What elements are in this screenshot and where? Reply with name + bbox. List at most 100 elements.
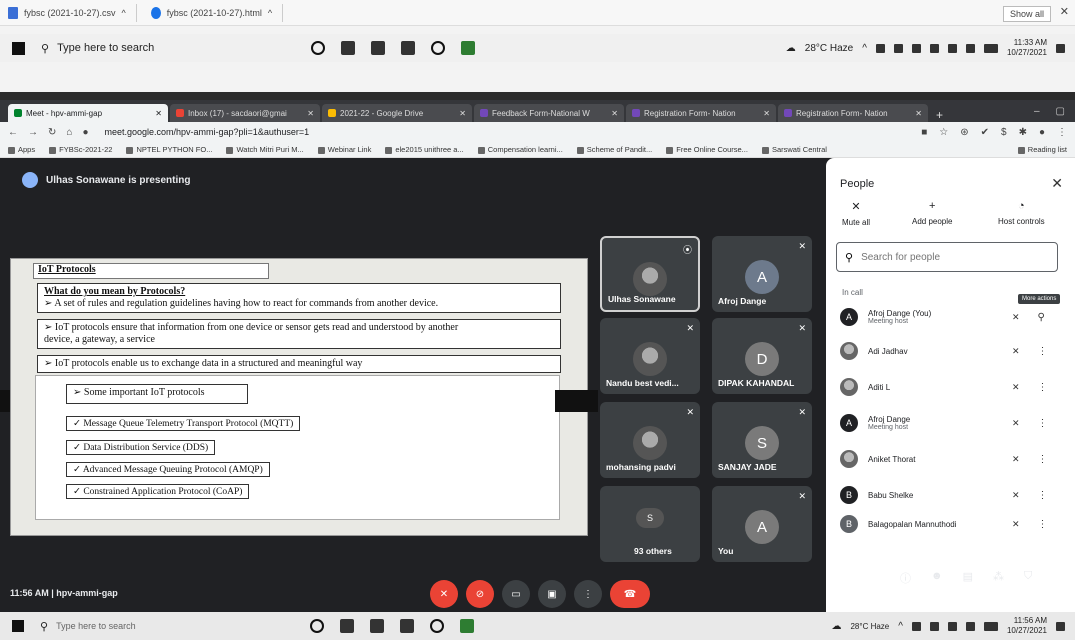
star-icon[interactable]: ☆ xyxy=(939,127,948,138)
chat-icon[interactable]: ▤ xyxy=(963,570,973,586)
mic-off-icon[interactable]: ✕ xyxy=(1012,454,1020,465)
more-icon[interactable]: ⋮ xyxy=(1038,418,1048,429)
close-icon[interactable]: ✕ xyxy=(155,109,162,118)
bookmark-item[interactable]: Apps xyxy=(8,145,35,154)
profile-icon[interactable]: ● xyxy=(1039,127,1045,138)
present-icon[interactable]: ▣ xyxy=(538,580,566,608)
show-all-button[interactable]: Show all xyxy=(1002,6,1051,22)
person-row[interactable]: B Babu Shelke ✕ ⋮ xyxy=(840,478,1065,512)
mute-all-button[interactable]: ✕ Mute all xyxy=(842,200,870,227)
reload-icon[interactable]: ↻ xyxy=(48,127,56,138)
person-row[interactable]: A Afroj Dange Meeting host ✕ ⋮ xyxy=(840,406,1065,440)
people-search[interactable]: ⚲ xyxy=(836,242,1058,272)
mic-off-icon[interactable]: ✕ xyxy=(1012,382,1020,393)
clock[interactable]: 11:33 AM 10/27/2021 xyxy=(1007,38,1047,58)
more-options-icon[interactable]: ⋮ xyxy=(574,580,602,608)
bookmark-item[interactable]: Scheme of Pandit... xyxy=(576,145,652,154)
forward-icon[interactable]: → xyxy=(28,127,38,138)
close-icon[interactable]: ✕ xyxy=(1051,175,1063,192)
people-icon[interactable]: ☻ xyxy=(931,570,943,586)
download-item[interactable]: fybsc (2021-10-27).csv ^ xyxy=(8,3,137,22)
app-icon[interactable] xyxy=(461,41,475,55)
bookmark-item[interactable]: ele2015 unithree a... xyxy=(385,145,464,154)
participant-tile[interactable]: ✕ mohansing padvi xyxy=(600,402,700,478)
reading-list[interactable]: Reading list xyxy=(1017,145,1067,154)
keyboard-icon[interactable] xyxy=(983,43,998,53)
participant-tile[interactable]: S ✕ SANJAY JADE xyxy=(712,402,812,478)
cortana-icon[interactable] xyxy=(311,41,325,55)
taskbar-search[interactable]: ⚲ Type here to search xyxy=(41,42,291,55)
extension-icon[interactable]: $ xyxy=(1001,127,1007,138)
app-icon[interactable] xyxy=(460,619,474,633)
person-row[interactable]: B Balagopalan Mannuthodi ✕ ⋮ xyxy=(840,512,1065,536)
close-icon[interactable]: ✕ xyxy=(763,109,770,118)
bookmark-item[interactable]: Compensation learni... xyxy=(477,145,563,154)
new-tab-button[interactable]: + xyxy=(930,108,949,122)
volume-icon[interactable] xyxy=(965,621,975,631)
chevron-up-icon[interactable]: ^ xyxy=(268,8,272,18)
more-icon[interactable]: ⋮ xyxy=(1038,454,1048,465)
participant-tile[interactable]: ✕ Nandu best vedi... xyxy=(600,318,700,394)
mic-off-icon[interactable]: ✕ xyxy=(1012,346,1020,357)
chevron-up-icon[interactable]: ^ xyxy=(898,621,903,632)
weather-text[interactable]: 28°C Haze xyxy=(850,622,889,631)
tray-icon[interactable] xyxy=(911,621,921,631)
chrome-icon[interactable] xyxy=(430,619,444,633)
tab-feedback[interactable]: Feedback Form-National W ✕ xyxy=(474,104,624,122)
tray-icon[interactable] xyxy=(965,43,975,53)
windows-start-icon[interactable] xyxy=(12,620,24,632)
close-icon[interactable]: ✕ xyxy=(1060,5,1069,18)
check-icon[interactable]: ✔ xyxy=(981,127,989,138)
tab-registration-2[interactable]: Registration Form- Nation ✕ xyxy=(778,104,928,122)
participant-tile[interactable]: D ✕ DIPAK KAHANDAL xyxy=(712,318,812,394)
close-icon[interactable]: ✕ xyxy=(459,109,466,118)
mic-off-icon[interactable]: ✕ xyxy=(1012,519,1020,530)
notification-icon[interactable] xyxy=(1056,43,1065,53)
self-tile[interactable]: A ✕ You xyxy=(712,486,812,562)
person-row[interactable]: A Afroj Dange (You) Meeting host ✕ ⚲ xyxy=(840,300,1065,334)
store-icon[interactable] xyxy=(401,41,415,55)
more-icon[interactable]: ⋮ xyxy=(1038,382,1048,393)
mic-off-icon[interactable]: ✕ xyxy=(1012,418,1020,429)
wifi-icon[interactable] xyxy=(947,621,957,631)
volume-icon[interactable] xyxy=(947,43,957,53)
chrome-icon[interactable] xyxy=(431,41,445,55)
person-row[interactable]: Adi Jadhav ✕ ⋮ xyxy=(840,334,1065,368)
minimize-icon[interactable]: – xyxy=(1034,106,1040,117)
wifi-icon[interactable] xyxy=(929,43,939,53)
info-icon[interactable]: ⓘ xyxy=(900,570,911,586)
tray-icon[interactable] xyxy=(875,43,885,53)
taskbar-search[interactable]: ⚲ Type here to search xyxy=(40,620,290,633)
clock[interactable]: 11:56 AM 10/27/2021 xyxy=(1007,616,1047,636)
bookmark-item[interactable]: Watch Mitri Puri M... xyxy=(226,145,304,154)
store-icon[interactable] xyxy=(400,619,414,633)
pin-icon[interactable]: ⚲ xyxy=(1038,312,1045,323)
host-controls-button[interactable]: ◔ Host controls xyxy=(998,200,1045,226)
others-tile[interactable]: S 93 others xyxy=(600,486,700,562)
close-icon[interactable]: ✕ xyxy=(611,109,618,118)
camera-icon[interactable]: ■ xyxy=(921,127,927,138)
tray-icon[interactable] xyxy=(911,43,921,53)
bookmark-item[interactable]: Webinar Link xyxy=(317,145,371,154)
tray-icon[interactable] xyxy=(929,621,939,631)
file-explorer-icon[interactable] xyxy=(371,41,385,55)
bookmark-item[interactable]: Free Online Course... xyxy=(666,145,748,154)
add-people-button[interactable]: + Add people xyxy=(912,200,952,226)
end-call-icon[interactable]: ☎ xyxy=(610,580,650,608)
windows-start-icon[interactable] xyxy=(12,41,25,55)
home-icon[interactable]: ⌂ xyxy=(66,127,72,138)
keyboard-icon[interactable] xyxy=(983,621,998,631)
task-view-icon[interactable] xyxy=(340,619,354,633)
tab-registration[interactable]: Registration Form- Nation ✕ xyxy=(626,104,776,122)
activities-icon[interactable]: ⁂ xyxy=(993,570,1004,586)
shield-icon[interactable]: ⛉ xyxy=(1024,570,1032,586)
person-row[interactable]: Aniket Thorat ✕ ⋮ xyxy=(840,442,1065,476)
menu-icon[interactable]: ⋮ xyxy=(1057,127,1067,138)
task-view-icon[interactable] xyxy=(341,41,355,55)
person-row[interactable]: Aditi L ✕ ⋮ xyxy=(840,370,1065,404)
people-search-input[interactable] xyxy=(861,251,1042,263)
bookmark-item[interactable]: Sarswati Central xyxy=(761,145,827,154)
close-icon[interactable]: ✕ xyxy=(915,109,922,118)
bookmark-item[interactable]: FYBSc-2021-22 xyxy=(49,145,112,154)
back-icon[interactable]: ← xyxy=(8,127,18,138)
